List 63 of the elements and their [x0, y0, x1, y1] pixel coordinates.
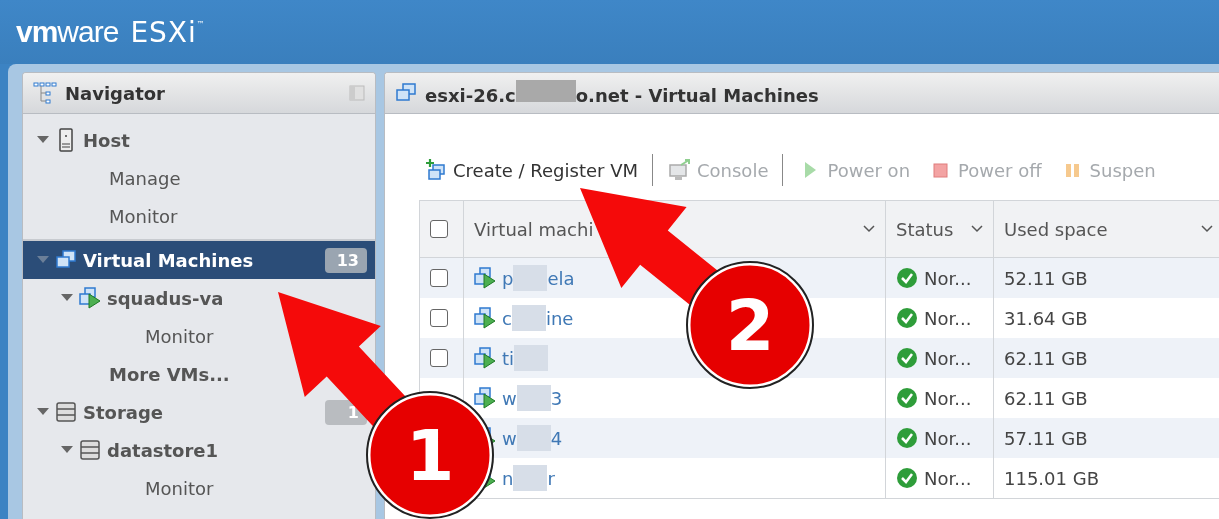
table-cell: 52.11 GB	[1004, 267, 1088, 289]
panel-title: esxi-26.c o.net - Virtual Machines	[425, 80, 819, 106]
check-icon	[896, 467, 918, 489]
vm-icon	[474, 386, 496, 410]
checkbox[interactable]	[430, 309, 448, 327]
table-cell: 57.11 GB	[1004, 427, 1088, 449]
status-text: Nor...	[924, 347, 972, 369]
navigator-item[interactable]: Storage	[83, 401, 164, 423]
vm-icon	[474, 306, 496, 330]
check-icon	[896, 267, 918, 289]
caret-icon[interactable]	[61, 294, 73, 302]
product-name: ESXi	[130, 15, 197, 49]
navigator-item[interactable]: More VMs...	[109, 363, 230, 385]
navigator-item[interactable]: Monitor	[145, 325, 214, 347]
navigator-item[interactable]: Monitor	[145, 477, 214, 499]
vm-name-link[interactable]: c ine	[502, 305, 574, 331]
check-icon	[896, 347, 918, 369]
vm-icon	[474, 346, 496, 370]
panel-title: Navigator	[65, 82, 165, 104]
navigator-item[interactable]: datastore1	[107, 439, 219, 461]
vm-icon	[474, 266, 496, 290]
step-badge: 1	[366, 391, 494, 519]
caret-icon[interactable]	[61, 446, 73, 454]
step-badge: 2	[686, 261, 814, 389]
vmware-logo: vmware	[16, 15, 119, 49]
caret-icon[interactable]	[37, 408, 49, 416]
navigator-item[interactable]: Virtual Machines	[83, 249, 254, 271]
table-cell: 31.64 GB	[1004, 307, 1088, 329]
status-text: Nor...	[924, 387, 972, 409]
check-icon	[896, 307, 918, 329]
caret-icon[interactable]	[37, 136, 49, 144]
checkbox[interactable]	[430, 220, 448, 238]
status-text: Nor...	[924, 427, 972, 449]
table-cell: 115.01 GB	[1004, 467, 1099, 489]
toolbar-button[interactable]: Create / Register VM	[419, 154, 653, 186]
monitor-icon	[669, 159, 691, 181]
navigator-item[interactable]: Host	[83, 129, 130, 151]
status-text: Nor...	[924, 467, 972, 489]
status-text: Nor...	[924, 267, 972, 289]
checkbox[interactable]	[430, 349, 448, 367]
chevron-icon[interactable]	[1201, 225, 1213, 233]
table-cell: 62.11 GB	[1004, 387, 1088, 409]
column-header[interactable]: Status	[896, 218, 965, 240]
database-icon	[79, 438, 101, 462]
vm-icon	[79, 286, 101, 310]
table-cell: 62.11 GB	[1004, 347, 1088, 369]
vm-name-link[interactable]: p ela	[502, 265, 575, 291]
check-icon	[896, 427, 918, 449]
navigator-item[interactable]: squadus-va	[107, 287, 224, 309]
column-header[interactable]: Virtual machi	[474, 218, 857, 240]
chevron-icon[interactable]	[863, 225, 875, 233]
tree-icon	[33, 81, 57, 105]
check-icon	[896, 387, 918, 409]
column-header[interactable]: Used space	[1004, 218, 1195, 240]
chevron-icon[interactable]	[971, 225, 983, 233]
navigator-item[interactable]: Manage	[109, 167, 181, 189]
database-icon	[55, 400, 77, 424]
navigator-item[interactable]: Monitor	[109, 205, 178, 227]
trademark-sign: ™	[196, 20, 205, 29]
add-vm-icon	[425, 159, 447, 181]
status-text: Nor...	[924, 307, 972, 329]
count-badge: 13	[325, 247, 367, 273]
checkbox[interactable]	[430, 269, 448, 287]
